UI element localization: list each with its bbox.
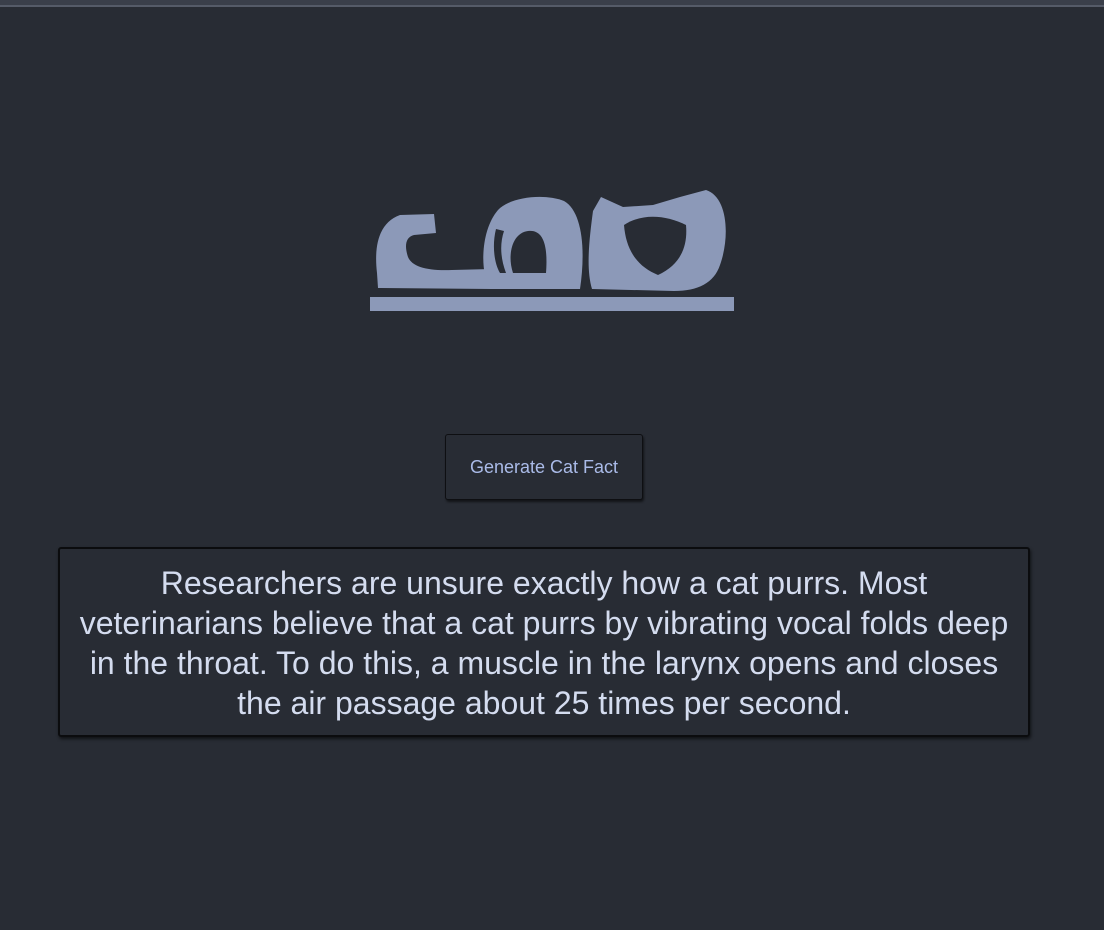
window-top-border <box>0 0 1104 7</box>
generate-cat-fact-button[interactable]: Generate Cat Fact <box>445 434 643 500</box>
cat-fact-text: Researchers are unsure exactly how a cat… <box>79 565 1009 721</box>
cat-fact-box: Researchers are unsure exactly how a cat… <box>58 547 1030 737</box>
cat-logo-icon <box>370 190 734 311</box>
